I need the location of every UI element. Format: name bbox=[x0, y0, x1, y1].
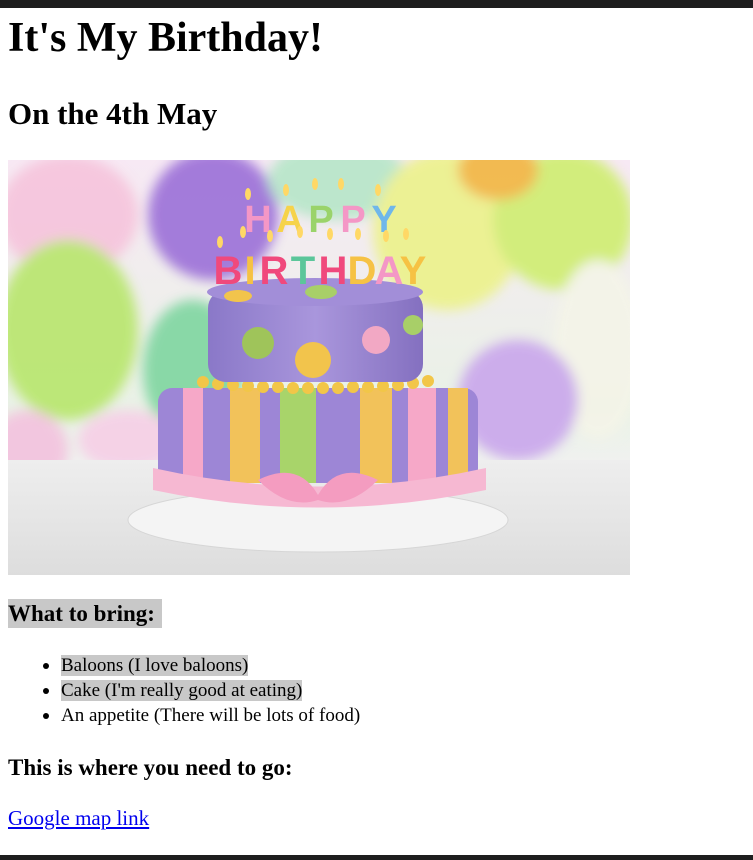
svg-text:P: P bbox=[340, 199, 365, 241]
svg-text:I: I bbox=[244, 249, 255, 293]
svg-text:D: D bbox=[348, 249, 377, 293]
list-item: Cake (I'm really good at eating) bbox=[42, 678, 360, 703]
svg-text:H: H bbox=[319, 249, 348, 293]
list-item: An appetite (There will be lots of food) bbox=[42, 703, 361, 728]
birthday-cake-image: H A P P Y B I R T H D A Y bbox=[8, 160, 630, 575]
bring-list: Baloons (I love baloons) Cake (I'm reall… bbox=[8, 653, 360, 728]
svg-text:B: B bbox=[214, 249, 243, 293]
bottom-frame-bar bbox=[0, 855, 753, 860]
svg-text:R: R bbox=[260, 249, 289, 293]
page-subtitle: On the 4th May bbox=[8, 96, 218, 131]
svg-text:T: T bbox=[291, 249, 315, 293]
page-title: It's My Birthday! bbox=[8, 15, 323, 61]
list-item-text: An appetite (There will be lots of food) bbox=[61, 705, 361, 726]
what-to-bring-heading: What to bring: bbox=[8, 599, 162, 628]
list-item-text: Baloons (I love baloons) bbox=[61, 655, 249, 676]
top-frame-bar bbox=[0, 0, 753, 8]
svg-text:Y: Y bbox=[400, 249, 427, 293]
location-heading: This is where you need to go: bbox=[8, 755, 293, 780]
google-map-link[interactable]: Google map link bbox=[8, 806, 149, 831]
list-item: Baloons (I love baloons) bbox=[42, 653, 360, 678]
list-item-text: Cake (I'm really good at eating) bbox=[61, 680, 303, 701]
